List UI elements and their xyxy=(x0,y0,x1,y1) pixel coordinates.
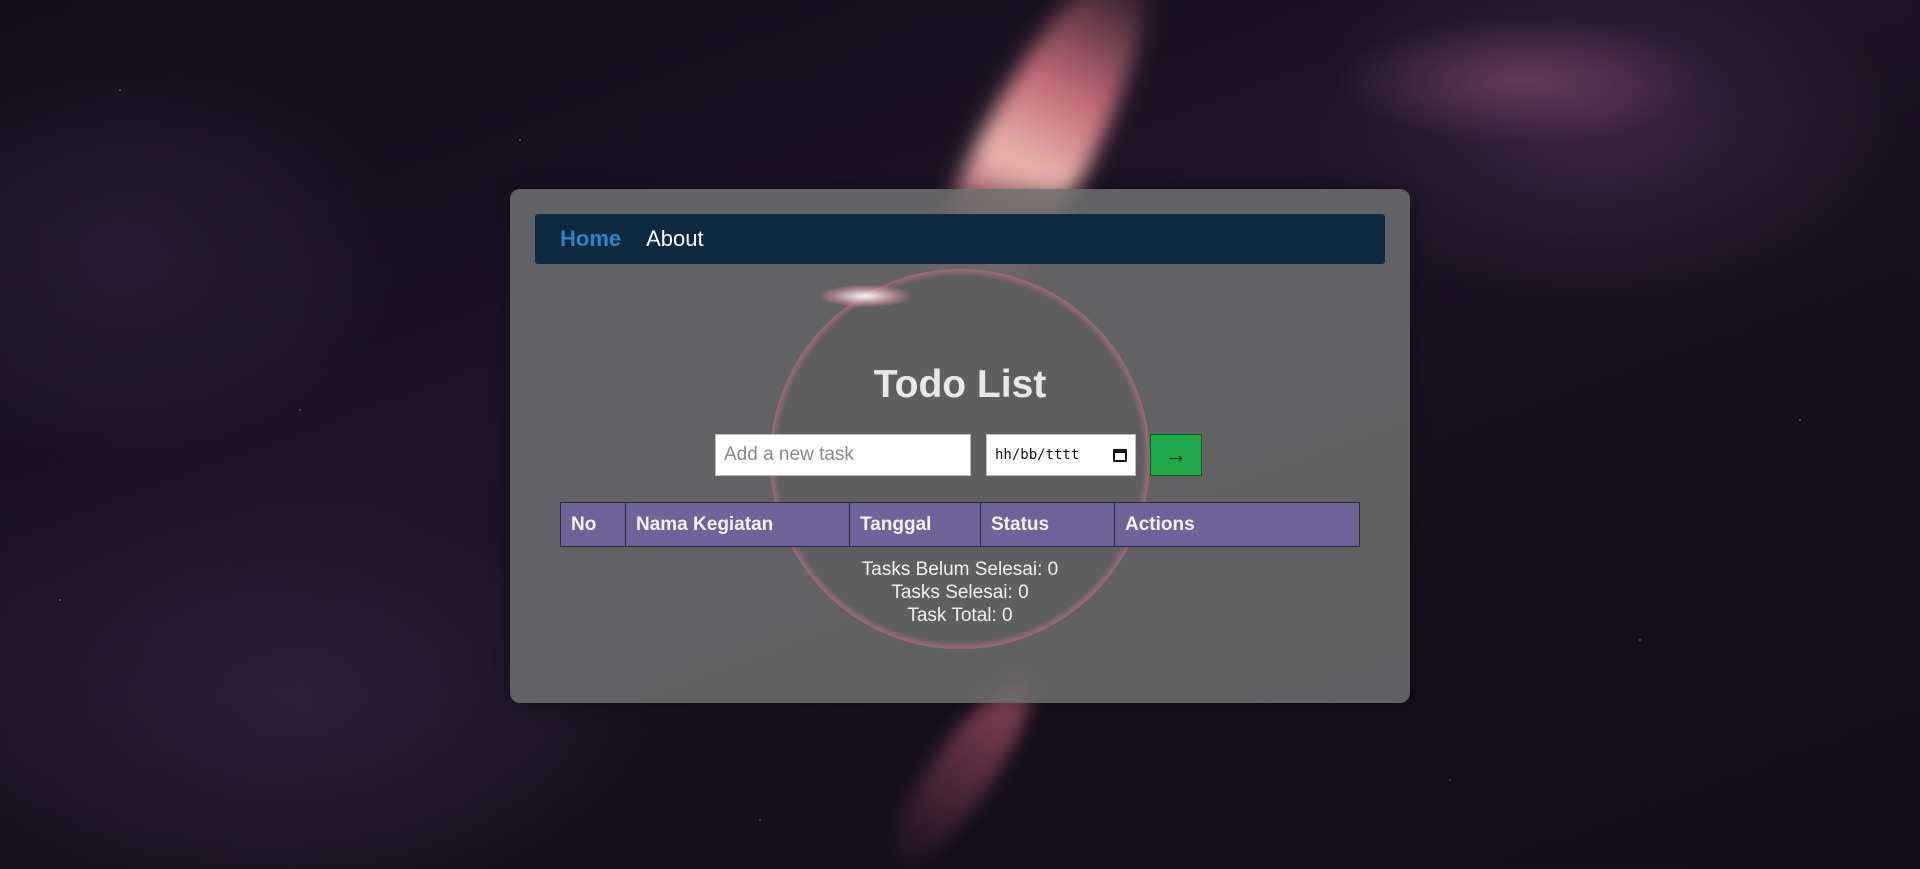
add-task-form: hh/bb/tttt → xyxy=(715,434,1202,476)
stat-belum-selesai: Tasks Belum Selesai: 0 xyxy=(861,559,1059,580)
column-header-tanggal: Tanggal xyxy=(849,502,981,547)
navbar: Home About xyxy=(535,214,1385,264)
task-stats: Tasks Belum Selesai: 0 Tasks Selesai: 0 … xyxy=(510,558,1410,627)
task-input[interactable] xyxy=(715,434,971,476)
page-title: Todo List xyxy=(873,363,1047,406)
column-header-status: Status xyxy=(980,502,1115,547)
stat-selesai: Tasks Selesai: 0 xyxy=(891,582,1029,603)
column-header-no: No xyxy=(560,502,626,547)
column-header-nama-kegiatan: Nama Kegiatan xyxy=(625,502,850,547)
stat-total: Task Total: 0 xyxy=(907,605,1013,626)
table-header-row: No Nama Kegiatan Tanggal Status Actions xyxy=(560,502,1360,547)
add-task-button[interactable]: → xyxy=(1150,434,1202,476)
date-input[interactable]: hh/bb/tttt xyxy=(986,434,1136,476)
date-input-placeholder: hh/bb/tttt xyxy=(995,447,1080,463)
todo-card: Home About Todo List hh/bb/tttt → No Nam… xyxy=(510,189,1410,703)
column-header-actions: Actions xyxy=(1114,502,1360,547)
arrow-right-icon: → xyxy=(1165,442,1187,467)
task-table: No Nama Kegiatan Tanggal Status Actions xyxy=(560,502,1360,547)
nav-about-link[interactable]: About xyxy=(646,226,704,252)
nav-home-link[interactable]: Home xyxy=(560,226,621,252)
card-background-flare xyxy=(820,285,910,307)
calendar-icon[interactable] xyxy=(1113,448,1127,462)
